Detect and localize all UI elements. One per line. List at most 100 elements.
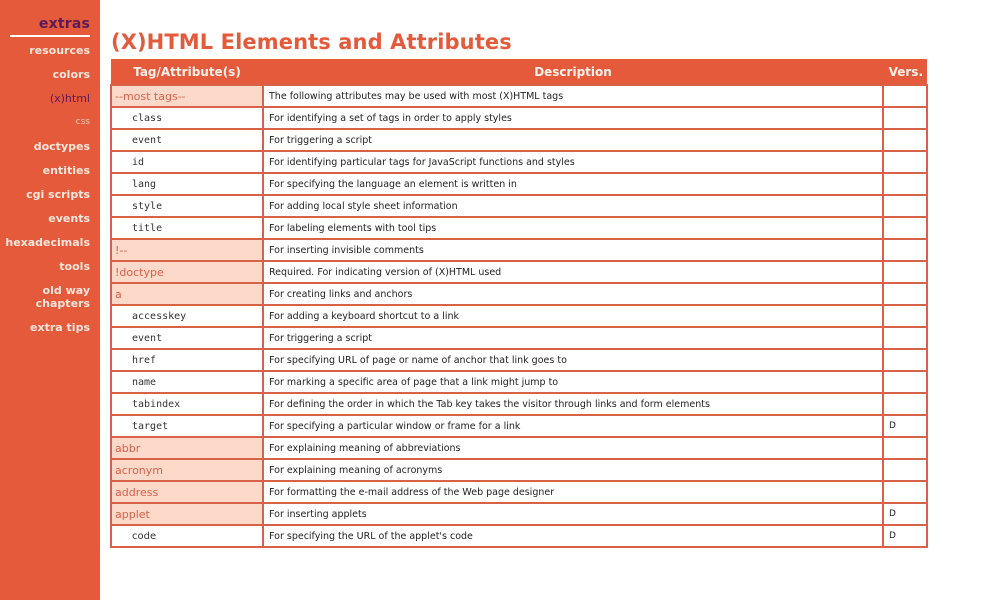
sidebar-item-x-html[interactable]: (x)html (0, 92, 90, 105)
table-row: abbr For explaining meaning of abbreviati… (110, 436, 928, 460)
attribute-name-cell: name (110, 370, 264, 394)
table-row: --most tags-- The following attributes ma… (110, 84, 928, 108)
table-row: title For labeling elements with tool tip… (110, 216, 928, 240)
table-row: tabindex For defining the order in which … (110, 392, 928, 416)
description-cell: For formatting the e-mail address of the… (262, 480, 884, 504)
elements-table-container: Tag/Attribute(s) Description Vers. --mos… (110, 59, 928, 548)
version-cell: D (882, 524, 928, 548)
version-cell (882, 370, 928, 394)
sidebar-item-events[interactable]: events (0, 212, 90, 225)
tag-name-cell: acronym (110, 458, 264, 482)
table-row: class For identifying a set of tags in or… (110, 106, 928, 130)
table-row: id For identifying particular tags for Ja… (110, 150, 928, 174)
table-row: !-- For inserting invisible comments (110, 238, 928, 262)
description-cell: For identifying a set of tags in order t… (262, 106, 884, 130)
elements-table: Tag/Attribute(s) Description Vers. --mos… (110, 59, 928, 548)
table-row: acronym For explaining meaning of acronym… (110, 458, 928, 482)
sidebar-item-old-way-chapters[interactable]: old way chapters (30, 284, 90, 310)
version-cell (882, 458, 928, 482)
table-row: a For creating links and anchors (110, 282, 928, 306)
description-cell: For creating links and anchors (262, 282, 884, 306)
sidebar-item-cgi-scripts[interactable]: cgi scripts (0, 188, 90, 201)
description-cell: For labeling elements with tool tips (262, 216, 884, 240)
table-row: lang For specifying the language an eleme… (110, 172, 928, 196)
sidebar-nav: extras resources colors (x)html css doctypes… (0, 0, 100, 600)
description-cell: For triggering a script (262, 326, 884, 350)
description-cell: For adding a keyboard shortcut to a link (262, 304, 884, 328)
table-row: address For formatting the e-mail address… (110, 480, 928, 504)
attribute-name-cell: class (110, 106, 264, 130)
attribute-name-cell: event (110, 128, 264, 152)
version-cell (882, 436, 928, 460)
description-cell: For specifying a particular window or fr… (262, 414, 884, 438)
sidebar-item-resources[interactable]: resources (0, 44, 90, 57)
header-version: Vers. (883, 59, 927, 85)
tag-name-cell: address (110, 480, 264, 504)
attribute-name-cell: href (110, 348, 264, 372)
attribute-name-cell: style (110, 194, 264, 218)
version-cell (882, 150, 928, 174)
version-cell (882, 392, 928, 416)
description-cell: For triggering a script (262, 128, 884, 152)
attribute-name-cell: event (110, 326, 264, 350)
description-cell: The following attributes may be used wit… (262, 84, 884, 108)
sidebar-item-doctypes[interactable]: doctypes (0, 140, 90, 153)
description-cell: For explaining meaning of acronyms (262, 458, 884, 482)
attribute-name-cell: tabindex (110, 392, 264, 416)
attribute-name-cell: accesskey (110, 304, 264, 328)
version-cell (882, 216, 928, 240)
description-cell: For specifying the URL of the applet's c… (262, 524, 884, 548)
table-row: style For adding local style sheet inform… (110, 194, 928, 218)
sidebar-item-css[interactable]: css (0, 116, 90, 129)
version-cell (882, 172, 928, 196)
description-cell: For adding local style sheet information (262, 194, 884, 218)
tag-name-cell: abbr (110, 436, 264, 460)
description-cell: For explaining meaning of abbreviations (262, 436, 884, 460)
description-cell: For marking a specific area of page that… (262, 370, 884, 394)
version-cell (882, 194, 928, 218)
table-row: target For specifying a particular window… (110, 414, 928, 438)
page-title: (X)HTML Elements and Attributes (111, 30, 512, 54)
version-cell (882, 348, 928, 372)
table-row: name For marking a specific area of page … (110, 370, 928, 394)
version-cell (882, 326, 928, 350)
description-cell: For inserting applets (262, 502, 884, 526)
tag-name-cell: --most tags-- (110, 84, 264, 108)
version-cell: D (882, 414, 928, 438)
table-row: event For triggering a script (110, 326, 928, 350)
description-cell: Required. For indicating version of (X)H… (262, 260, 884, 284)
version-cell (882, 260, 928, 284)
description-cell: For specifying the language an element i… (262, 172, 884, 196)
version-cell (882, 282, 928, 306)
sidebar-item-tools[interactable]: tools (0, 260, 90, 273)
description-cell: For identifying particular tags for Java… (262, 150, 884, 174)
sidebar-item-hexadecimals[interactable]: hexadecimals (0, 236, 90, 249)
attribute-name-cell: lang (110, 172, 264, 196)
table-row: !doctype Required. For indicating version… (110, 260, 928, 284)
description-cell: For inserting invisible comments (262, 238, 884, 262)
description-cell: For specifying URL of page or name of an… (262, 348, 884, 372)
tag-name-cell: !doctype (110, 260, 264, 284)
version-cell (882, 238, 928, 262)
sidebar-item-colors[interactable]: colors (0, 68, 90, 81)
attribute-name-cell: code (110, 524, 264, 548)
version-cell (882, 480, 928, 504)
tag-name-cell: a (110, 282, 264, 306)
header-description: Description (263, 59, 883, 85)
attribute-name-cell: title (110, 216, 264, 240)
version-cell (882, 84, 928, 108)
table-row: code For specifying the URL of the applet… (110, 524, 928, 548)
sidebar-item-entities[interactable]: entities (0, 164, 90, 177)
version-cell (882, 106, 928, 130)
sidebar-divider (10, 35, 90, 37)
attribute-name-cell: id (110, 150, 264, 174)
sidebar-item-extra-tips[interactable]: extra tips (0, 321, 90, 334)
version-cell (882, 128, 928, 152)
tag-name-cell: !-- (110, 238, 264, 262)
description-cell: For defining the order in which the Tab … (262, 392, 884, 416)
table-header-row: Tag/Attribute(s) Description Vers. (111, 59, 927, 85)
header-tag-attribute: Tag/Attribute(s) (111, 59, 263, 85)
sidebar-current-section[interactable]: extras (39, 16, 90, 32)
attribute-name-cell: target (110, 414, 264, 438)
table-row: event For triggering a script (110, 128, 928, 152)
